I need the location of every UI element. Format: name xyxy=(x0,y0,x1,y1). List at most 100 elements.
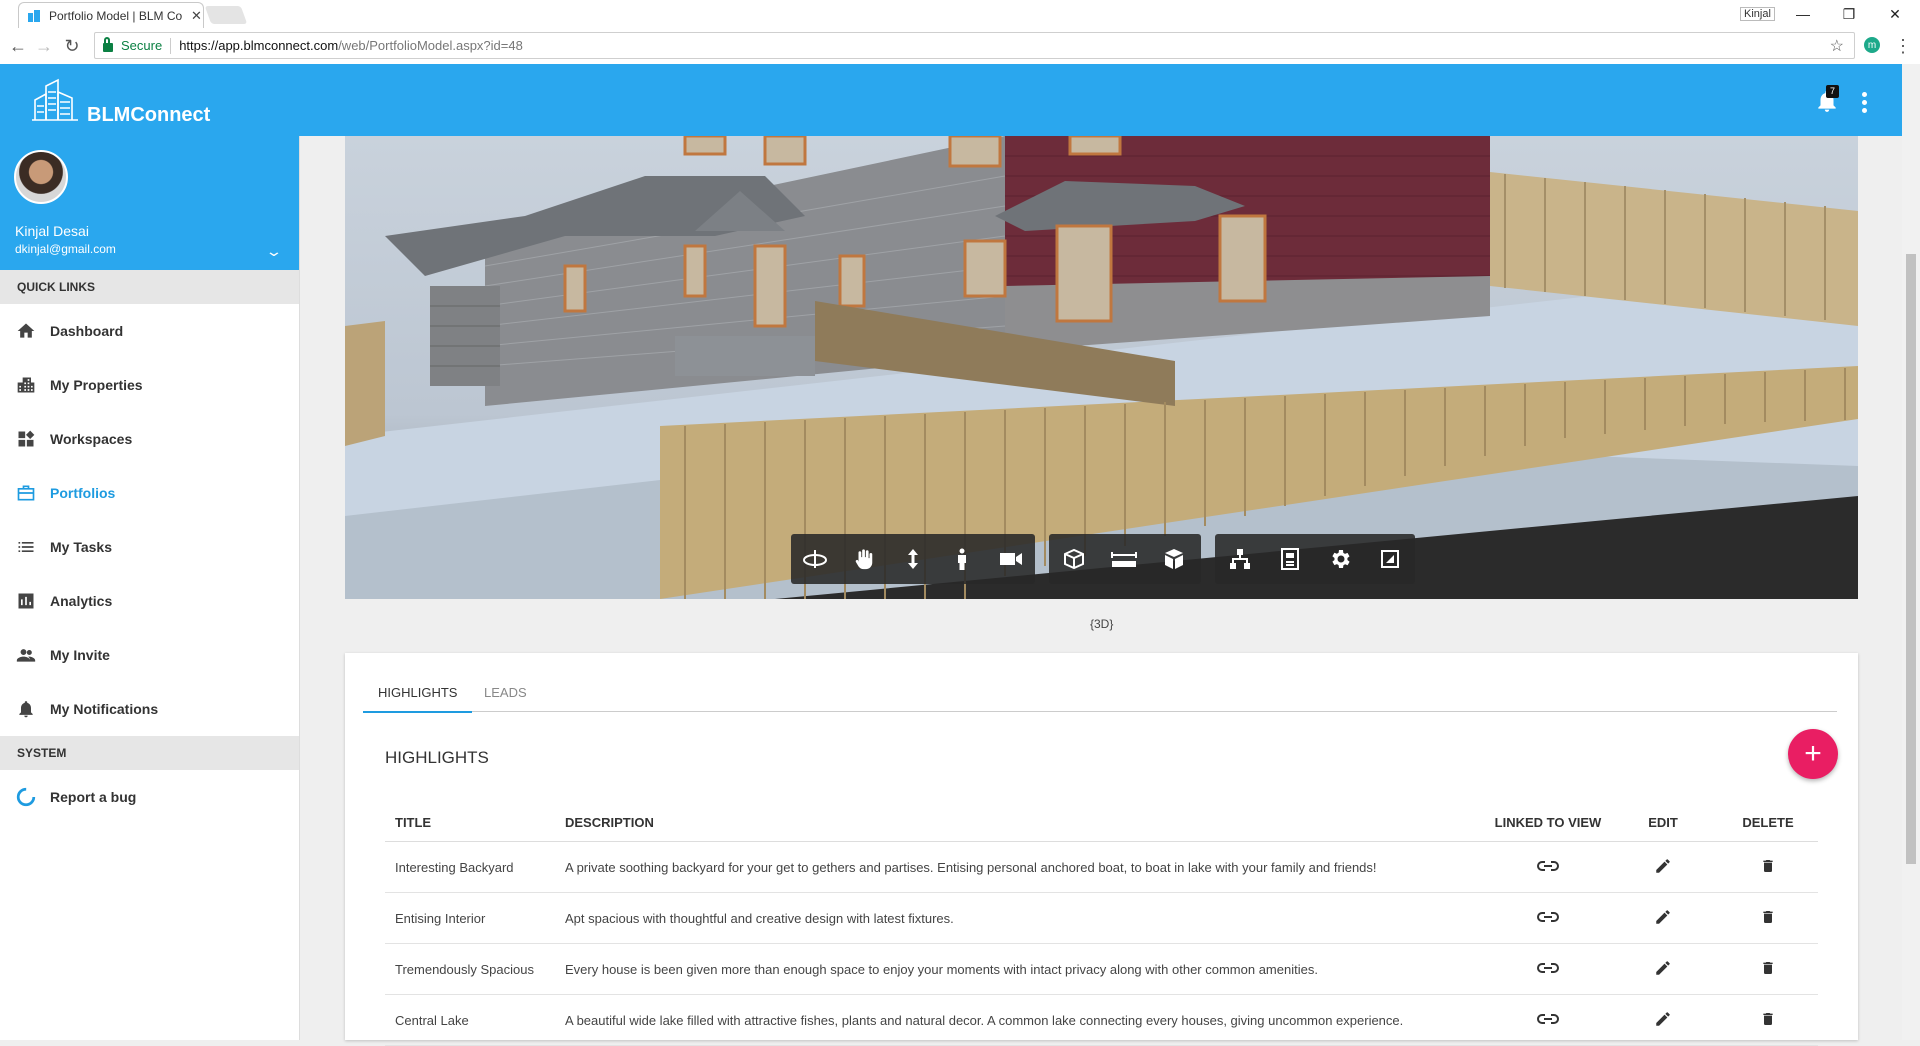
section-box-icon[interactable] xyxy=(1049,534,1099,584)
sidebar-item-my-notifications[interactable]: My Notifications xyxy=(0,682,299,736)
minimize-icon[interactable]: — xyxy=(1780,2,1826,26)
highlights-card: HIGHLIGHTS LEADS HIGHLIGHTS + TITLE DESC… xyxy=(345,653,1858,1046)
bookmark-star-icon[interactable]: ☆ xyxy=(1830,36,1844,56)
browser-toolbar: ← → ↻ Secure https://app.blmconnect.com /… xyxy=(0,28,1920,65)
delete-trash-icon[interactable] xyxy=(1718,841,1818,893)
sidebar-item-label: Report a bug xyxy=(50,789,137,805)
browser-tabbar: Portfolio Model | BLM Co ✕ Kinjal — ❐ ✕ xyxy=(0,0,1920,28)
list-icon xyxy=(15,536,37,558)
sidebar-item-workspaces[interactable]: Workspaces xyxy=(0,412,299,466)
sidebar-item-my-properties[interactable]: My Properties xyxy=(0,358,299,412)
highlights-table: TITLE DESCRIPTION LINKED TO VIEW EDIT DE… xyxy=(385,803,1818,1046)
avatar[interactable] xyxy=(14,150,68,204)
link-icon[interactable] xyxy=(1488,994,1608,1046)
cube-view-icon[interactable] xyxy=(1149,534,1199,584)
buildings-icon xyxy=(15,374,37,396)
sidebar-item-label: My Tasks xyxy=(50,539,112,555)
edit-pencil-icon[interactable] xyxy=(1608,892,1718,944)
link-icon[interactable] xyxy=(1488,892,1608,944)
url-host: https://app.blmconnect.com xyxy=(179,38,339,53)
window-close-icon[interactable]: ✕ xyxy=(1872,2,1918,26)
tab-leads[interactable]: LEADS xyxy=(469,675,542,711)
card-tabs: HIGHLIGHTS LEADS xyxy=(363,675,1837,713)
column-header-delete: DELETE xyxy=(1718,803,1818,842)
forward-arrow-icon[interactable]: → xyxy=(32,34,56,58)
column-header-description: DESCRIPTION xyxy=(555,803,1488,842)
row-title: Interesting Backyard xyxy=(385,841,555,893)
page-scrollbar[interactable] xyxy=(1902,64,1920,1040)
restore-icon[interactable]: ❐ xyxy=(1826,2,1872,26)
bell-icon xyxy=(15,698,37,720)
sidebar-item-label: My Properties xyxy=(50,377,143,393)
link-icon[interactable] xyxy=(1488,841,1608,893)
sidebar-item-label: Portfolios xyxy=(50,485,116,501)
reload-icon[interactable]: ↻ xyxy=(60,34,84,58)
tab-highlights[interactable]: HIGHLIGHTS xyxy=(363,675,473,713)
new-tab-button[interactable] xyxy=(204,6,248,24)
viewer-modeling-toolbar xyxy=(1049,534,1201,584)
row-title: Tremendously Spacious xyxy=(385,943,555,995)
delete-trash-icon[interactable] xyxy=(1718,943,1818,995)
window-user-badge[interactable]: Kinjal xyxy=(1740,7,1775,21)
3d-model-viewer[interactable] xyxy=(345,136,1858,599)
sidebar-item-label: Workspaces xyxy=(50,431,133,447)
chevron-down-icon[interactable]: ⌄ xyxy=(265,243,283,260)
scrollbar-thumb[interactable] xyxy=(1906,254,1916,864)
pan-hand-icon[interactable] xyxy=(840,534,889,584)
settings-gear-icon[interactable] xyxy=(1315,534,1365,584)
address-divider xyxy=(170,37,172,54)
row-description: Apt spacious with thoughtful and creativ… xyxy=(555,892,1488,944)
edit-pencil-icon[interactable] xyxy=(1608,943,1718,995)
column-header-edit: EDIT xyxy=(1608,803,1718,842)
tab-close-icon[interactable]: ✕ xyxy=(191,8,202,24)
orbit-icon[interactable] xyxy=(791,534,840,584)
section-quick-links: QUICK LINKS xyxy=(0,270,299,304)
lock-icon xyxy=(103,37,113,52)
sidebar-item-label: My Invite xyxy=(50,647,110,663)
browser-tab[interactable]: Portfolio Model | BLM Co ✕ xyxy=(18,2,204,28)
model-tree-icon[interactable] xyxy=(1215,534,1265,584)
edit-pencil-icon[interactable] xyxy=(1608,994,1718,1046)
walk-person-icon[interactable] xyxy=(937,534,986,584)
sidebar: Kinjal Desai dkinjal@gmail.com ⌄ QUICK L… xyxy=(0,136,300,1040)
user-name: Kinjal Desai xyxy=(15,223,89,239)
extension-icon[interactable]: m xyxy=(1864,37,1880,53)
table-row: Interesting Backyard A private soothing … xyxy=(385,841,1818,893)
brand-name: BLMConnect xyxy=(87,104,211,126)
zoom-icon[interactable] xyxy=(889,534,938,584)
sidebar-item-my-invite[interactable]: My Invite xyxy=(0,628,299,682)
properties-icon[interactable] xyxy=(1265,534,1315,584)
delete-trash-icon[interactable] xyxy=(1718,994,1818,1046)
table-header-row: TITLE DESCRIPTION LINKED TO VIEW EDIT DE… xyxy=(385,803,1818,842)
column-header-title: TITLE xyxy=(385,803,555,842)
back-arrow-icon[interactable]: ← xyxy=(6,34,30,58)
address-bar[interactable]: Secure https://app.blmconnect.com/web/Po… xyxy=(94,32,1855,59)
delete-trash-icon[interactable] xyxy=(1718,892,1818,944)
browser-menu-icon[interactable]: ⋮ xyxy=(1894,36,1912,57)
section-system: SYSTEM xyxy=(0,736,299,770)
link-icon[interactable] xyxy=(1488,943,1608,995)
camera-icon[interactable] xyxy=(986,534,1035,584)
edit-pencil-icon[interactable] xyxy=(1608,841,1718,893)
sidebar-item-dashboard[interactable]: Dashboard xyxy=(0,304,299,358)
row-title: Entising Interior xyxy=(385,892,555,944)
spinner-icon xyxy=(15,786,37,808)
home-icon xyxy=(15,320,37,342)
fullscreen-icon[interactable] xyxy=(1365,534,1415,584)
bar-chart-icon xyxy=(15,590,37,612)
house-3d-render xyxy=(345,136,1858,599)
notification-count-badge: 7 xyxy=(1826,85,1839,98)
widgets-icon xyxy=(15,428,37,450)
secure-label: Secure xyxy=(121,38,163,53)
sidebar-item-analytics[interactable]: Analytics xyxy=(0,574,299,628)
sidebar-item-label: Analytics xyxy=(50,593,113,609)
measure-icon[interactable] xyxy=(1099,534,1149,584)
blmconnect-logo-icon xyxy=(32,78,78,121)
app-header: BLMConnect 7 xyxy=(0,64,1902,136)
add-highlight-button[interactable]: + xyxy=(1788,729,1838,779)
sidebar-item-report-bug[interactable]: Report a bug xyxy=(0,770,299,824)
sidebar-item-my-tasks[interactable]: My Tasks xyxy=(0,520,299,574)
app-menu-icon[interactable] xyxy=(1862,92,1868,116)
sidebar-item-portfolios[interactable]: Portfolios xyxy=(0,466,299,520)
row-title: Central Lake xyxy=(385,994,555,1046)
